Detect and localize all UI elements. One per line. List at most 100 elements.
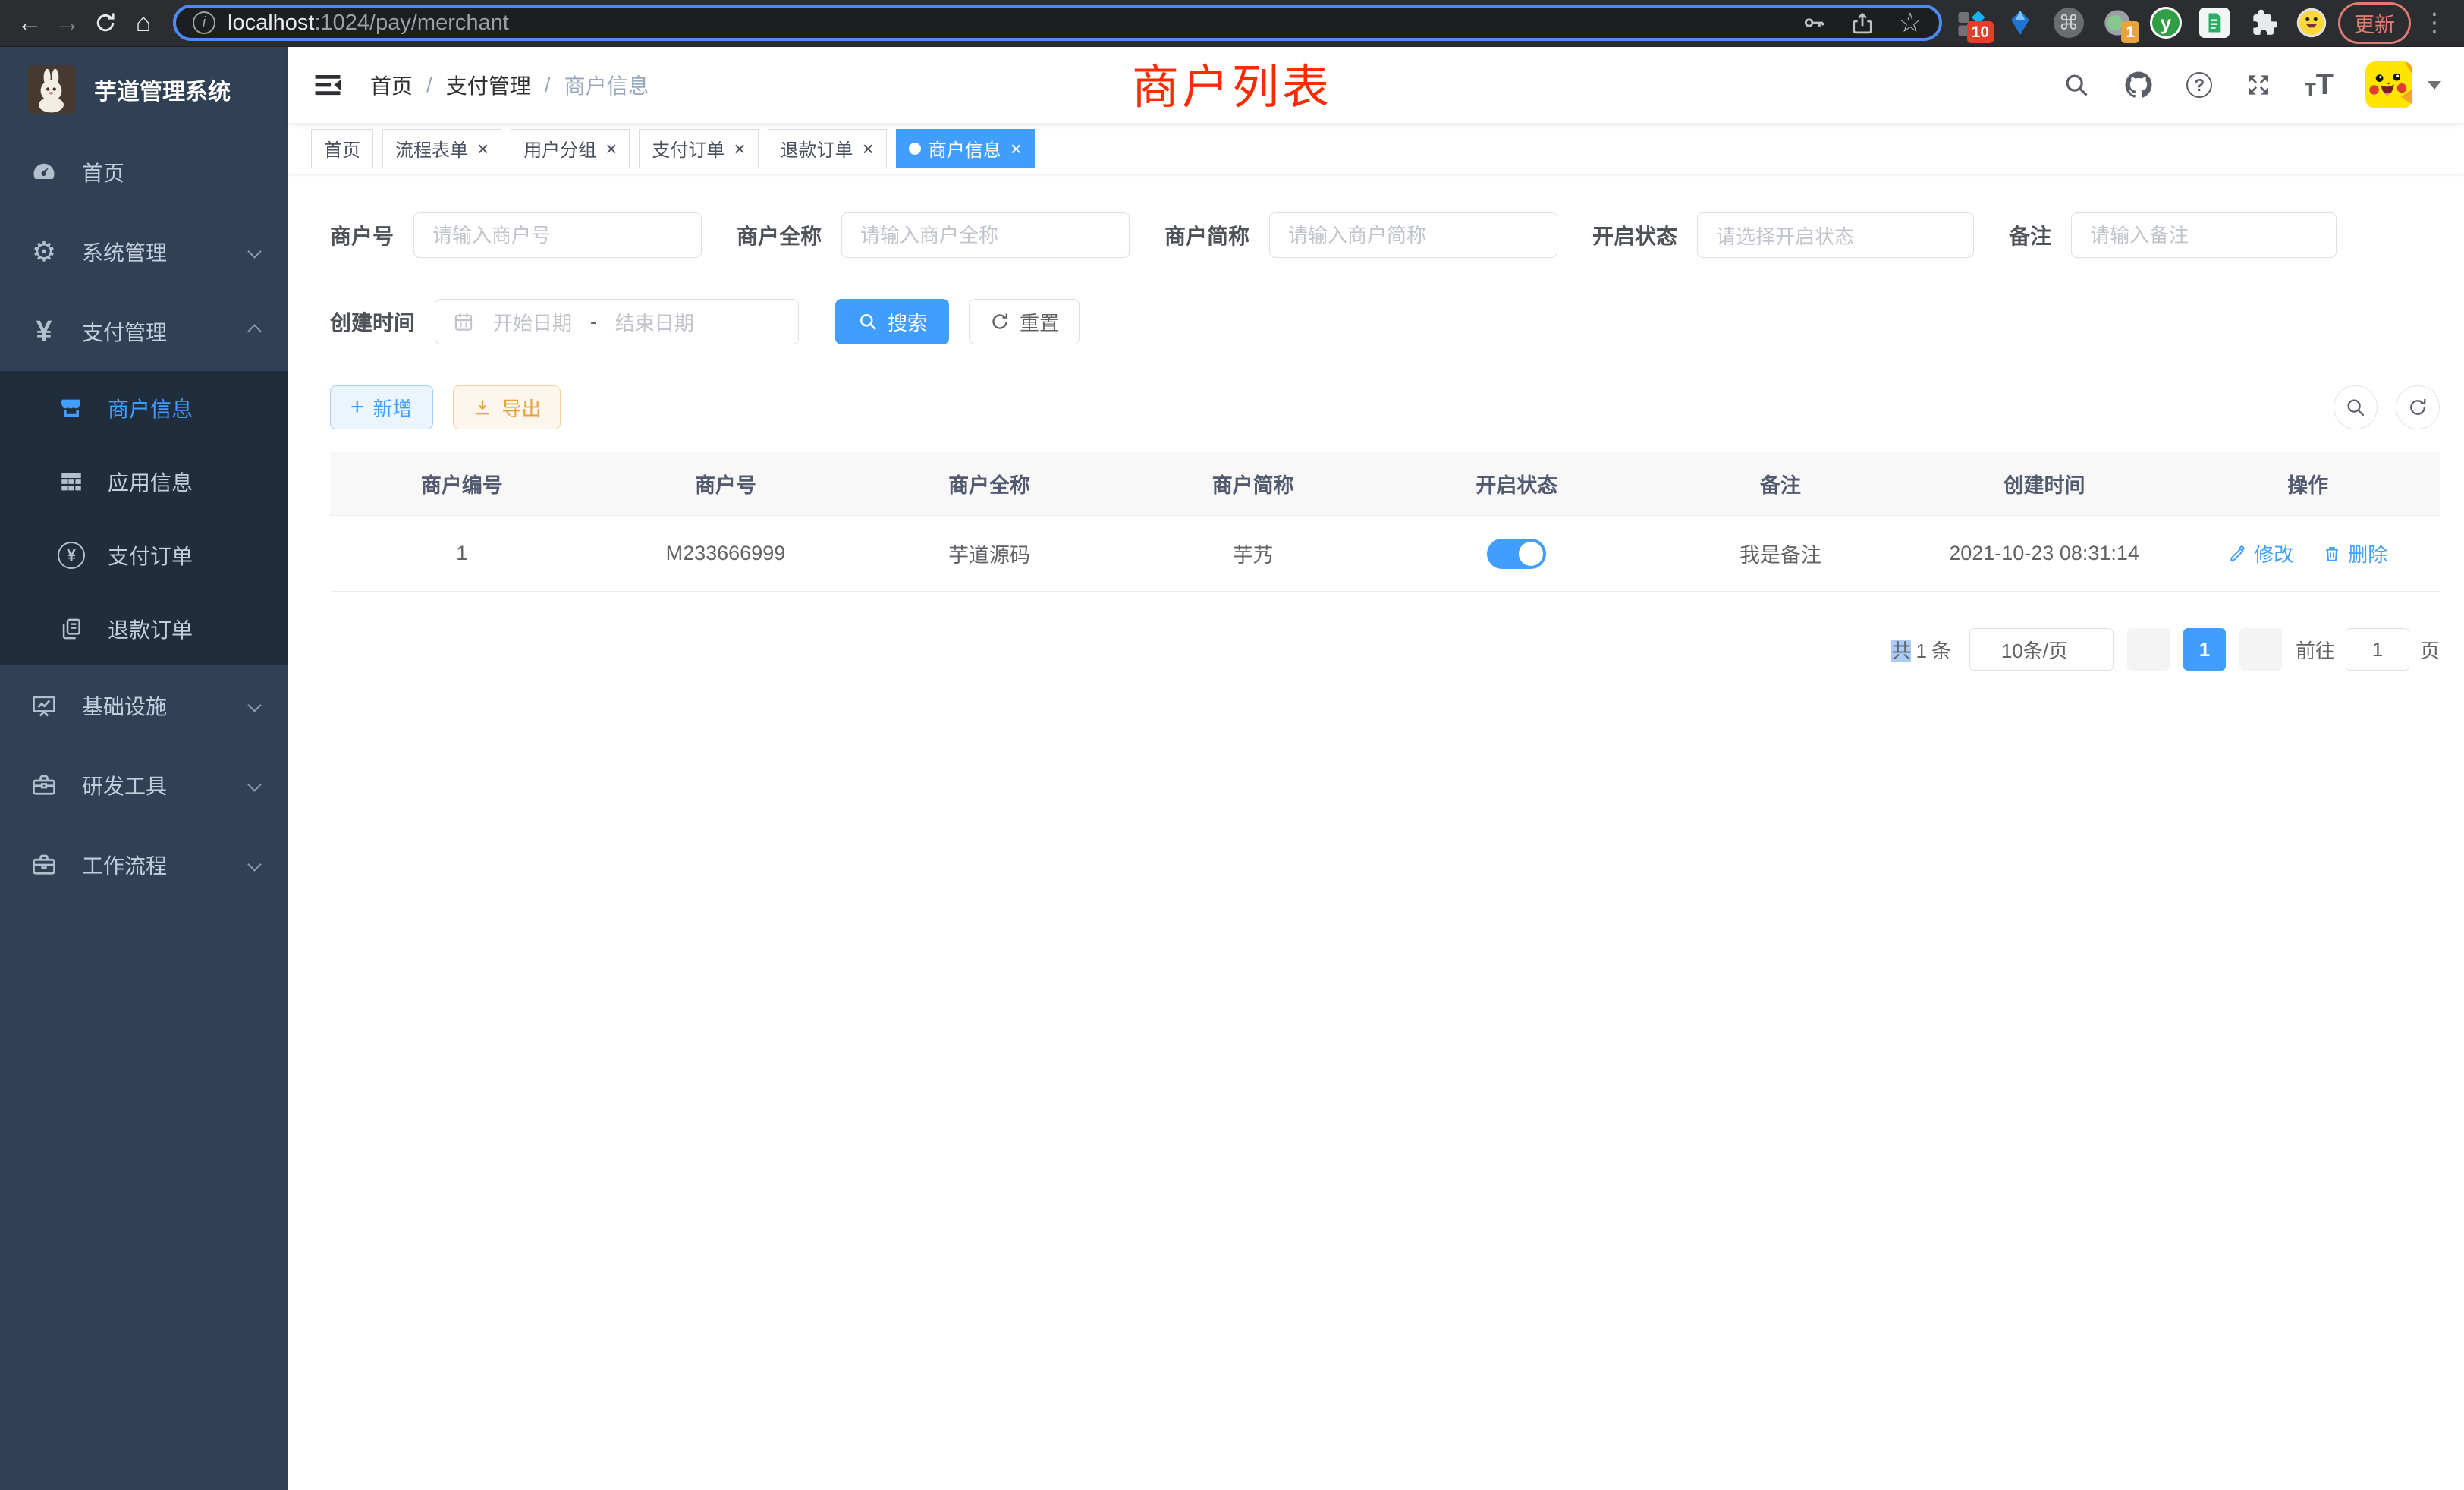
browser-menu-icon[interactable]: ⋮ — [2415, 8, 2453, 38]
y-glyph: y — [2152, 9, 2180, 36]
sidebar-item-label: 商户信息 — [108, 393, 193, 423]
browser-reload-button[interactable] — [86, 4, 124, 42]
table-toolbar: + 新增 导出 — [330, 385, 2440, 429]
extension-grid-gem-icon[interactable]: 10 — [1956, 7, 1988, 39]
sidebar-item-label: 基础设施 — [82, 690, 167, 721]
sidebar-logo[interactable]: 芋道管理系统 — [0, 47, 288, 132]
help-icon[interactable]: ? — [2186, 72, 2212, 98]
merchant-short-name-input[interactable] — [1269, 212, 1557, 258]
cell-remark: 我是备注 — [1648, 539, 1912, 568]
refresh-icon — [2406, 396, 2429, 419]
create-time-range-picker[interactable]: 开始日期 - 结束日期 — [435, 299, 799, 344]
font-size-icon[interactable]: TT — [2305, 71, 2334, 99]
filter-label-create-time: 创建时间 — [330, 306, 415, 337]
header-search-icon[interactable] — [2062, 71, 2091, 99]
sidebar-item-merchant-info[interactable]: 商户信息 — [0, 371, 288, 445]
breadcrumb-current: 商户信息 — [564, 70, 649, 100]
password-key-icon[interactable] — [1801, 10, 1827, 36]
edit-link[interactable]: 修改 — [2228, 539, 2293, 567]
remark-input[interactable] — [2071, 212, 2337, 258]
shop-icon — [56, 395, 86, 421]
tab-home[interactable]: 首页 — [311, 129, 373, 168]
merchant-no-input[interactable] — [413, 212, 702, 258]
next-page-button[interactable] — [2239, 628, 2282, 671]
breadcrumb-separator: / — [545, 73, 551, 97]
close-icon[interactable]: × — [863, 139, 874, 159]
filter-row-1: 商户号 商户全称 商户简称 开启状态 请选择开启状态 备注 — [330, 212, 2440, 258]
refresh-table-button[interactable] — [2396, 385, 2440, 429]
toggle-search-button[interactable] — [2334, 385, 2378, 429]
extensions-puzzle-icon[interactable] — [2247, 7, 2279, 39]
user-avatar[interactable] — [2365, 61, 2412, 108]
yen-circle-icon: ¥ — [56, 542, 86, 569]
col-header-short-name: 商户简称 — [1121, 469, 1385, 498]
extension-docs-icon[interactable] — [2198, 7, 2230, 39]
extension-badge: 1 — [2121, 21, 2139, 43]
start-date-placeholder: 开始日期 — [493, 308, 572, 336]
browser-profile-avatar[interactable] — [2296, 7, 2327, 39]
url-text: localhost:1024/pay/merchant — [228, 11, 509, 36]
filter-label-status: 开启状态 — [1592, 220, 1677, 250]
export-button[interactable]: 导出 — [453, 385, 561, 429]
address-bar[interactable]: i localhost:1024/pay/merchant ☆ — [173, 5, 1942, 41]
page-info-icon[interactable]: i — [193, 11, 215, 34]
add-button[interactable]: + 新增 — [330, 385, 433, 429]
sidebar-item-infrastructure[interactable]: 基础设施 — [0, 665, 288, 745]
breadcrumb-pay[interactable]: 支付管理 — [446, 70, 531, 100]
sidebar: 芋道管理系统 首页 ⚙ 系统管理 ¥ 支付管理 — [0, 47, 288, 1490]
search-icon — [857, 311, 878, 332]
bookmark-star-icon[interactable]: ☆ — [1898, 9, 1922, 36]
sidebar-item-system[interactable]: ⚙ 系统管理 — [0, 212, 288, 291]
reset-button[interactable]: 重置 — [969, 299, 1080, 344]
annotation-merchant-list: 商户列表 — [1132, 49, 1332, 117]
tab-process-form[interactable]: 流程表单× — [382, 129, 501, 168]
sidebar-item-app-info[interactable]: 应用信息 — [0, 445, 288, 518]
cell-merchant-no: M233666999 — [594, 542, 858, 565]
browser-forward-button[interactable]: → — [49, 4, 86, 42]
sidebar-item-home[interactable]: 首页 — [0, 132, 288, 212]
total-prefix-highlighted: 共 — [1891, 640, 1911, 662]
browser-toolbar: ← → ⌂ i localhost:1024/pay/merchant ☆ 10 — [0, 0, 2464, 47]
tab-refund-order[interactable]: 退款订单× — [768, 129, 887, 168]
browser-home-button[interactable]: ⌂ — [124, 4, 162, 42]
extension-gem-icon[interactable] — [2004, 7, 2036, 39]
status-select[interactable]: 请选择开启状态 — [1697, 212, 1974, 258]
sidebar-item-refund-order[interactable]: 退款订单 — [0, 592, 288, 665]
current-page-button[interactable]: 1 — [2183, 628, 2226, 671]
tab-pay-order[interactable]: 支付订单× — [639, 129, 758, 168]
document-icon — [56, 616, 86, 642]
sidebar-item-workflow[interactable]: 工作流程 — [0, 825, 288, 904]
github-icon[interactable] — [2123, 69, 2154, 101]
tab-user-group[interactable]: 用户分组× — [511, 129, 630, 168]
download-icon — [472, 397, 493, 418]
browser-back-button[interactable]: ← — [11, 4, 49, 42]
url-path: :1024/pay/merchant — [314, 11, 508, 35]
search-button[interactable]: 搜索 — [835, 299, 949, 344]
close-icon[interactable]: × — [734, 139, 745, 159]
extension-circle-icon[interactable]: 1 — [2101, 7, 2133, 39]
main-area: 首页 / 支付管理 / 商户信息 ? — [288, 47, 2464, 1490]
close-icon[interactable]: × — [1010, 139, 1022, 159]
share-icon[interactable] — [1850, 10, 1875, 36]
extension-y-icon[interactable]: y — [2150, 7, 2182, 39]
tab-merchant-info[interactable]: 商户信息× — [896, 129, 1035, 168]
sidebar-toggle-button[interactable] — [311, 68, 344, 102]
extension-command-icon[interactable]: ⌘ — [2053, 7, 2085, 39]
prev-page-button[interactable] — [2127, 628, 2170, 671]
goto-page-input[interactable] — [2346, 628, 2409, 671]
pagination-goto: 前往 页 — [2296, 628, 2440, 671]
delete-link[interactable]: 删除 — [2322, 539, 2387, 567]
pagination: 共1条 10条/页 1 前往 页 — [330, 628, 2440, 671]
merchant-full-name-input[interactable] — [841, 212, 1130, 258]
breadcrumb-home[interactable]: 首页 — [370, 70, 413, 100]
sidebar-item-dev-tools[interactable]: 研发工具 — [0, 745, 288, 825]
sidebar-item-pay[interactable]: ¥ 支付管理 — [0, 291, 288, 371]
fullscreen-icon[interactable] — [2244, 71, 2273, 99]
avatar-caret-icon[interactable] — [2428, 81, 2441, 90]
close-icon[interactable]: × — [477, 139, 489, 159]
sidebar-item-pay-order[interactable]: ¥ 支付订单 — [0, 518, 288, 592]
close-icon[interactable]: × — [605, 139, 617, 159]
status-toggle-on[interactable] — [1487, 539, 1546, 569]
page-size-select[interactable]: 10条/页 — [1969, 628, 2114, 671]
browser-update-button[interactable]: 更新 — [2338, 2, 2411, 44]
